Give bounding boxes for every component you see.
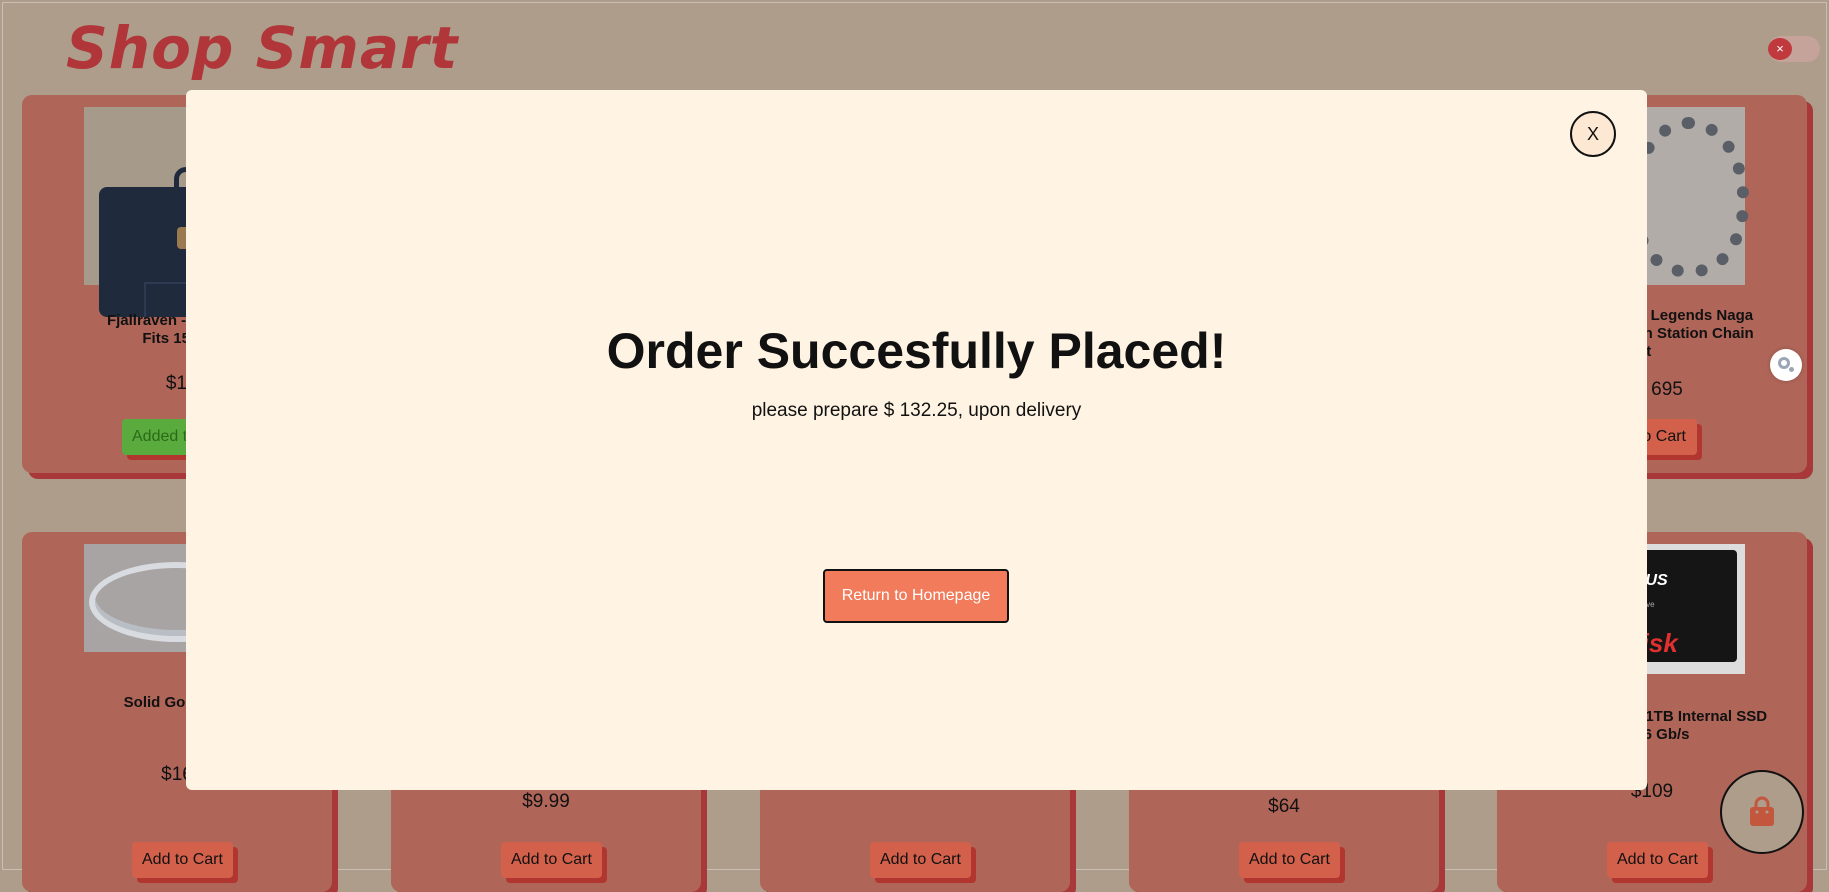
close-icon: × bbox=[1768, 38, 1792, 60]
product-price: $9.99 bbox=[522, 791, 570, 812]
product-price: $64 bbox=[1268, 796, 1300, 817]
add-to-cart-button[interactable]: Add to Cart bbox=[870, 842, 971, 878]
add-to-cart-button[interactable]: Add to Cart bbox=[132, 842, 233, 878]
cart-button[interactable] bbox=[1720, 770, 1804, 854]
assistant-icon[interactable] bbox=[1770, 349, 1802, 381]
modal-message: please prepare $ 132.25, upon delivery bbox=[751, 400, 1082, 421]
order-confirmation-modal: X Order Succesfully Placed! please prepa… bbox=[186, 90, 1647, 790]
theme-toggle[interactable]: × bbox=[1768, 36, 1820, 62]
add-to-cart-button[interactable]: Add to Cart bbox=[501, 842, 602, 878]
add-to-cart-button[interactable]: Add to Cart bbox=[1239, 842, 1340, 878]
modal-title: Order Succesfully Placed! bbox=[606, 323, 1227, 379]
return-home-button[interactable]: Return to Homepage bbox=[823, 569, 1009, 623]
brand-logo[interactable]: Shop Smart bbox=[66, 14, 458, 82]
shopping-bag-icon bbox=[1750, 796, 1774, 826]
add-to-cart-button[interactable]: Add to Cart bbox=[1607, 842, 1708, 878]
close-modal-button[interactable]: X bbox=[1570, 111, 1616, 157]
